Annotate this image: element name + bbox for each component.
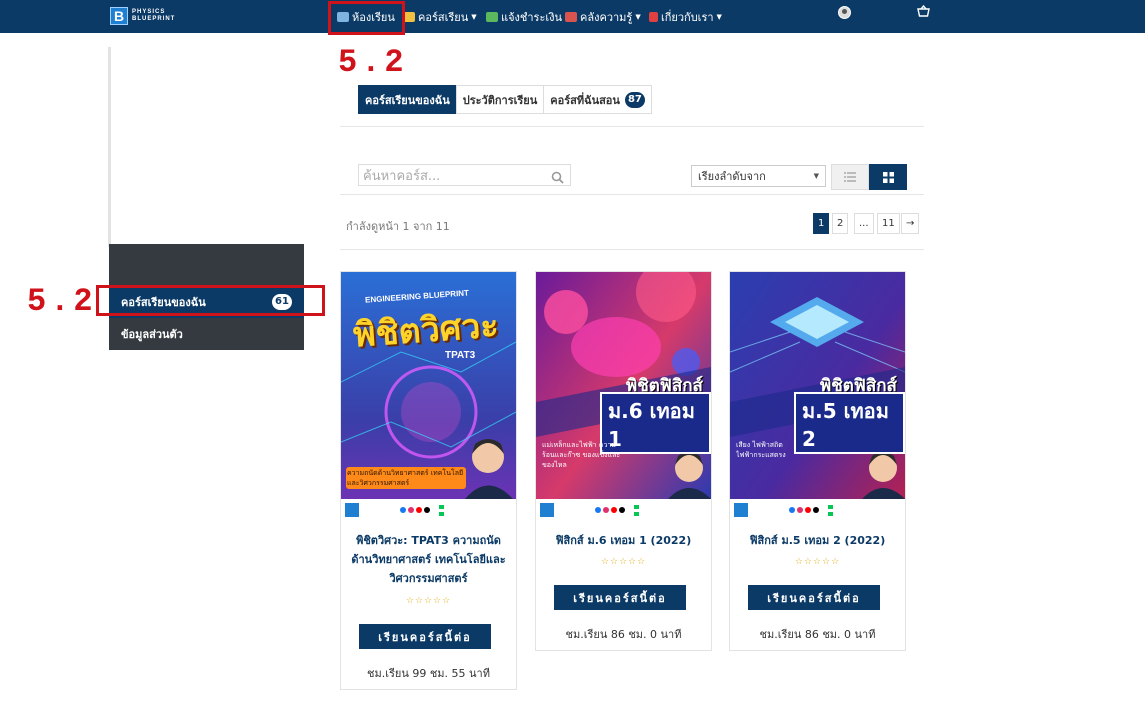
- thumbnail-caption: เสียง ไฟฟ้าสถิต ไฟฟ้ากระแสตรง: [736, 441, 786, 459]
- rating-stars: ☆☆☆☆☆: [405, 596, 452, 606]
- logo-line1: PHYSICS: [132, 9, 166, 15]
- annotation-label-side: 5.2: [27, 283, 97, 320]
- search-input[interactable]: [359, 166, 539, 187]
- divider: [340, 249, 924, 250]
- top-navbar: B PHYSICS BLUEPRINT ห้องเรียน คอร์สเรียน…: [0, 0, 1145, 33]
- tab-teaching[interactable]: คอร์สที่ฉันสอน 87: [543, 85, 652, 114]
- divider: [340, 126, 924, 127]
- course-hours: ชม.เรียน 99 ชม. 55 นาที: [367, 667, 490, 680]
- course-title[interactable]: พิชิตวิศวะ: TPAT3 ความถนัดด้านวิทยาศาสตร…: [347, 531, 510, 588]
- page-button-11[interactable]: 11: [877, 213, 900, 234]
- sidebar-divider: [108, 47, 111, 247]
- nav-item-payment[interactable]: แจ้งชำระเงิน: [486, 8, 562, 26]
- list-icon: [844, 172, 856, 182]
- list-view-button[interactable]: [831, 164, 869, 190]
- course-card[interactable]: พิชิตฟิสิกส์ ม.5 เทอม 2 เสียง ไฟฟ้าสถิต …: [729, 271, 906, 651]
- continue-course-button[interactable]: เรียนคอร์สนี้ต่อ: [748, 585, 880, 610]
- course-hours: ชม.เรียน 86 ชม. 0 นาที: [565, 628, 682, 641]
- books-icon: [565, 12, 577, 22]
- thumbnail-sub: ม.5 เทอม 2: [794, 392, 905, 454]
- divider: [340, 194, 924, 195]
- money-icon: [486, 12, 498, 22]
- user-avatar[interactable]: [838, 6, 851, 19]
- page-info: กำลังดูหน้า 1 จาก 11: [346, 220, 450, 233]
- continue-course-button[interactable]: เรียนคอร์สนี้ต่อ: [359, 624, 491, 649]
- rating-stars: ☆☆☆☆☆: [600, 557, 647, 567]
- course-title[interactable]: ฟิสิกส์ ม.5 เทอม 2 (2022): [736, 531, 899, 550]
- course-hours: ชม.เรียน 86 ชม. 0 นาที: [759, 628, 876, 641]
- logo-mark: B: [110, 7, 128, 25]
- highlight-box-classroom: [328, 1, 405, 35]
- thumbnail-caption: ความถนัดด้านวิทยาศาสตร์ เทคโนโลยี และวิศ…: [347, 469, 464, 487]
- chevron-down-icon: ▼: [471, 13, 477, 21]
- thumbnail-sub: TPAT3: [445, 350, 476, 361]
- sort-select[interactable]: เรียงลำดับจาก ▼: [691, 165, 826, 187]
- course-card[interactable]: ENGINEERING BLUEPRINT พิชิตวิศวะ TPAT3 ค…: [340, 271, 517, 690]
- annotation-label-top: 5.2: [338, 44, 408, 81]
- chevron-down-icon: ▼: [716, 13, 722, 21]
- chevron-down-icon: ▼: [635, 13, 641, 21]
- nav-item-about[interactable]: เกี่ยวกับเรา ▼: [649, 8, 722, 26]
- thumbnail-title: พิชิตวิศวะ: [351, 305, 500, 356]
- page-button-2[interactable]: 2: [832, 213, 849, 234]
- page-ellipsis: ...: [854, 213, 874, 234]
- logo-line2: BLUEPRINT: [132, 16, 176, 22]
- page-button-1[interactable]: 1: [813, 213, 830, 234]
- site-logo[interactable]: B PHYSICS BLUEPRINT: [110, 5, 175, 27]
- grid-view-button[interactable]: [869, 164, 907, 190]
- course-title[interactable]: ฟิสิกส์ ม.6 เทอม 1 (2022): [542, 531, 705, 550]
- sidebar-item-profile[interactable]: ข้อมูลส่วนตัว: [109, 318, 304, 350]
- thumbnail-caption: แม่เหล็กและไฟฟ้า ความร้อนและก๊าซ ของแข็ง…: [542, 441, 621, 469]
- nav-item-courses[interactable]: คอร์สเรียน ▼: [403, 8, 477, 26]
- grid-icon: [882, 171, 894, 183]
- tab-my-courses[interactable]: คอร์สเรียนของฉัน: [358, 85, 457, 114]
- pin-icon: [649, 12, 658, 22]
- course-card[interactable]: พิชิตฟิสิกส์ ม.6 เทอม 1 แม่เหล็กและไฟฟ้า…: [535, 271, 712, 651]
- cart-icon[interactable]: [917, 4, 930, 20]
- tab-history[interactable]: ประวัติการเรียน: [455, 85, 545, 114]
- next-page-button[interactable]: →: [901, 213, 920, 234]
- count-badge: 87: [624, 91, 645, 108]
- chevron-down-icon: ▼: [813, 172, 819, 180]
- highlight-box-sidebar: [96, 285, 325, 316]
- rating-stars: ☆☆☆☆☆: [794, 557, 841, 567]
- search-box: [358, 164, 571, 187]
- continue-course-button[interactable]: เรียนคอร์สนี้ต่อ: [554, 585, 686, 610]
- course-tabs: คอร์สเรียนของฉัน ประวัติการเรียน คอร์สที…: [358, 85, 652, 114]
- search-icon[interactable]: [551, 169, 564, 184]
- nav-item-knowledge[interactable]: คลังความรู้ ▼: [565, 8, 641, 26]
